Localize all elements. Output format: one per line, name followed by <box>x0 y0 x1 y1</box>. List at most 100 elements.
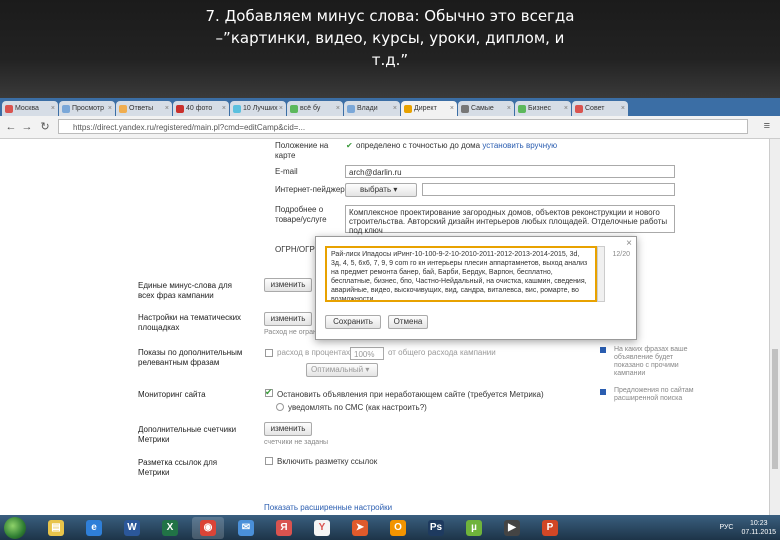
description-label: Подробнее о товаре/услуге <box>275 205 327 224</box>
tab-label: Просмотр <box>72 105 104 112</box>
taskbar-app[interactable]: ➤ <box>344 517 376 539</box>
close-tab-icon[interactable]: × <box>507 101 511 116</box>
browser-tab[interactable]: Совет × <box>572 101 628 116</box>
address-bar[interactable]: https://direct.yandex.ru/registered/main… <box>58 119 748 134</box>
close-tab-icon[interactable]: × <box>108 101 112 116</box>
ok-icon: O <box>390 519 406 536</box>
taskbar-app[interactable]: O <box>382 517 414 539</box>
word-icon: W <box>124 519 140 536</box>
geo-manual-link[interactable]: установить вручную <box>482 141 557 150</box>
favicon-icon <box>119 104 127 113</box>
taskbar-app[interactable]: Y <box>306 517 338 539</box>
tab-label: 40 фото <box>186 105 213 112</box>
textarea-scrollbar[interactable] <box>597 246 605 302</box>
scrollbar-thumb[interactable] <box>772 349 778 469</box>
close-tab-icon[interactable]: × <box>222 101 226 116</box>
tab-strip: Москва × Просмотр × Ответы × 40 фото × 10 Лучших… <box>0 98 780 116</box>
browser-tab[interactable]: всё бу × <box>287 101 343 116</box>
browser-tab[interactable]: Ответы × <box>116 101 172 116</box>
thematic-label: Настройки на тематических площадках <box>138 313 242 332</box>
close-tab-icon[interactable]: × <box>279 101 283 116</box>
browser-tab[interactable]: Москва × <box>2 101 58 116</box>
browser-tab[interactable]: Самые × <box>458 101 514 116</box>
taskbar-app[interactable]: Ps <box>420 517 452 539</box>
taskbar-app[interactable]: ▶ <box>496 517 528 539</box>
taskbar-app[interactable]: ▤ <box>40 517 72 539</box>
additional-phrases-checkbox[interactable] <box>265 349 273 357</box>
browser-tab[interactable]: Просмотр × <box>59 101 115 116</box>
close-tab-icon[interactable]: × <box>51 101 55 116</box>
messenger-id-field[interactable] <box>422 183 675 196</box>
taskbar-apps: ▤ e W X ◉ ✉ Я Y ➤ O Ps µ ▶ P <box>40 516 572 539</box>
taskbar-app[interactable]: W <box>116 517 148 539</box>
minus-words-textarea[interactable]: Рай-лиск Ипадосы иРинг-10-100-9-2-10-201… <box>325 246 597 302</box>
slide-title: 7. Добавляем минус слова: Обычно это все… <box>120 5 660 71</box>
minus-words-edit-button[interactable]: изменить <box>264 278 312 292</box>
additional-phrases-check-label: расход в процентах <box>277 348 351 357</box>
minus-words-counter: 12/20 <box>612 251 630 258</box>
browser-tab[interactable]: 10 Лучших × <box>230 101 286 116</box>
close-tab-icon[interactable]: × <box>393 101 397 116</box>
taskbar-app[interactable]: ✉ <box>230 517 262 539</box>
tab-label: Директ <box>414 105 437 112</box>
favicon-icon <box>62 104 70 113</box>
close-tab-icon[interactable]: × <box>336 101 340 116</box>
browser-tab[interactable]: Директ × <box>401 101 457 116</box>
metrika-edit-button[interactable]: изменить <box>264 422 312 436</box>
tab-label: Самые <box>471 105 494 112</box>
monitoring-help: Предложения по сайтам расширенной поиска <box>614 387 694 402</box>
language-indicator[interactable]: РУС <box>719 524 733 531</box>
additional-phrases-percent-text: от общего расхода кампании <box>388 348 496 357</box>
back-icon[interactable]: ← <box>4 120 18 134</box>
taskbar-app[interactable]: ◉ <box>192 516 224 539</box>
description-field[interactable]: Комплексное проектирование загородных до… <box>345 205 675 235</box>
save-button[interactable]: Сохранить <box>325 315 381 329</box>
system-tray: РУС 10:23 07.11.2015 <box>719 517 776 538</box>
advanced-settings-link[interactable]: Показать расширенные настройки <box>264 503 392 513</box>
close-tab-icon[interactable]: × <box>564 101 568 116</box>
messenger-select[interactable]: выбрать ▾ <box>345 183 417 197</box>
slide-header: 7. Добавляем минус слова: Обычно это все… <box>0 0 780 98</box>
cancel-button[interactable]: Отмена <box>388 315 428 329</box>
taskbar-app[interactable]: Я <box>268 517 300 539</box>
additional-phrases-help: На каких фразах ваше объявление будет по… <box>614 346 688 377</box>
taskbar-app[interactable]: e <box>78 517 110 539</box>
additional-phrases-percent[interactable]: 100% <box>350 347 384 360</box>
browser-tab[interactable]: Влади × <box>344 101 400 116</box>
browser-tab[interactable]: 40 фото × <box>173 101 229 116</box>
tab-label: 10 Лучших <box>243 105 278 112</box>
metrika-marker-check-label: Включить разметку ссылок <box>277 457 378 466</box>
close-tab-icon[interactable]: × <box>621 101 625 116</box>
sms-notify-checkbox[interactable] <box>276 403 284 411</box>
thematic-edit-button[interactable]: изменить <box>264 312 312 326</box>
check-icon: ✔ <box>346 141 353 150</box>
taskbar-app[interactable]: X <box>154 517 186 539</box>
close-tab-icon[interactable]: × <box>165 101 169 116</box>
chevron-down-icon: ▾ <box>393 185 398 194</box>
tab-label: Влади <box>357 105 378 112</box>
start-button[interactable] <box>4 516 26 539</box>
tab-label: Совет <box>585 105 605 112</box>
email-field[interactable]: arch@darlin.ru <box>345 165 675 178</box>
minus-words-label: Единые минус-слова для всех фраз кампани… <box>138 281 232 300</box>
clock[interactable]: 10:23 07.11.2015 <box>741 519 776 537</box>
tab-label: Бизнес <box>528 105 551 112</box>
yandex-icon: Я <box>276 519 292 536</box>
close-tab-icon[interactable]: × <box>450 101 454 116</box>
browser-tab[interactable]: Бизнес × <box>515 101 571 116</box>
page-scrollbar[interactable] <box>769 139 780 515</box>
taskbar-app[interactable]: µ <box>458 517 490 539</box>
menu-icon[interactable]: ≡ <box>764 120 770 132</box>
info-icon <box>600 347 606 353</box>
info-icon <box>600 389 606 395</box>
browser-window: Москва × Просмотр × Ответы × 40 фото × 10 Лучших… <box>0 98 780 515</box>
forward-icon[interactable]: → <box>20 120 34 134</box>
reload-icon[interactable]: ↻ <box>38 120 52 134</box>
url-text: https://direct.yandex.ru/registered/main… <box>73 123 306 132</box>
metrika-marker-checkbox[interactable] <box>265 457 273 465</box>
close-icon[interactable]: × <box>626 238 632 249</box>
torrent-icon: µ <box>466 519 482 536</box>
monitoring-option-2: уведомлять по СМС (как настроить?) <box>288 403 427 412</box>
taskbar-app[interactable]: P <box>534 517 566 539</box>
additional-phrases-mode-select[interactable]: Оптимальный ▾ <box>306 363 378 377</box>
